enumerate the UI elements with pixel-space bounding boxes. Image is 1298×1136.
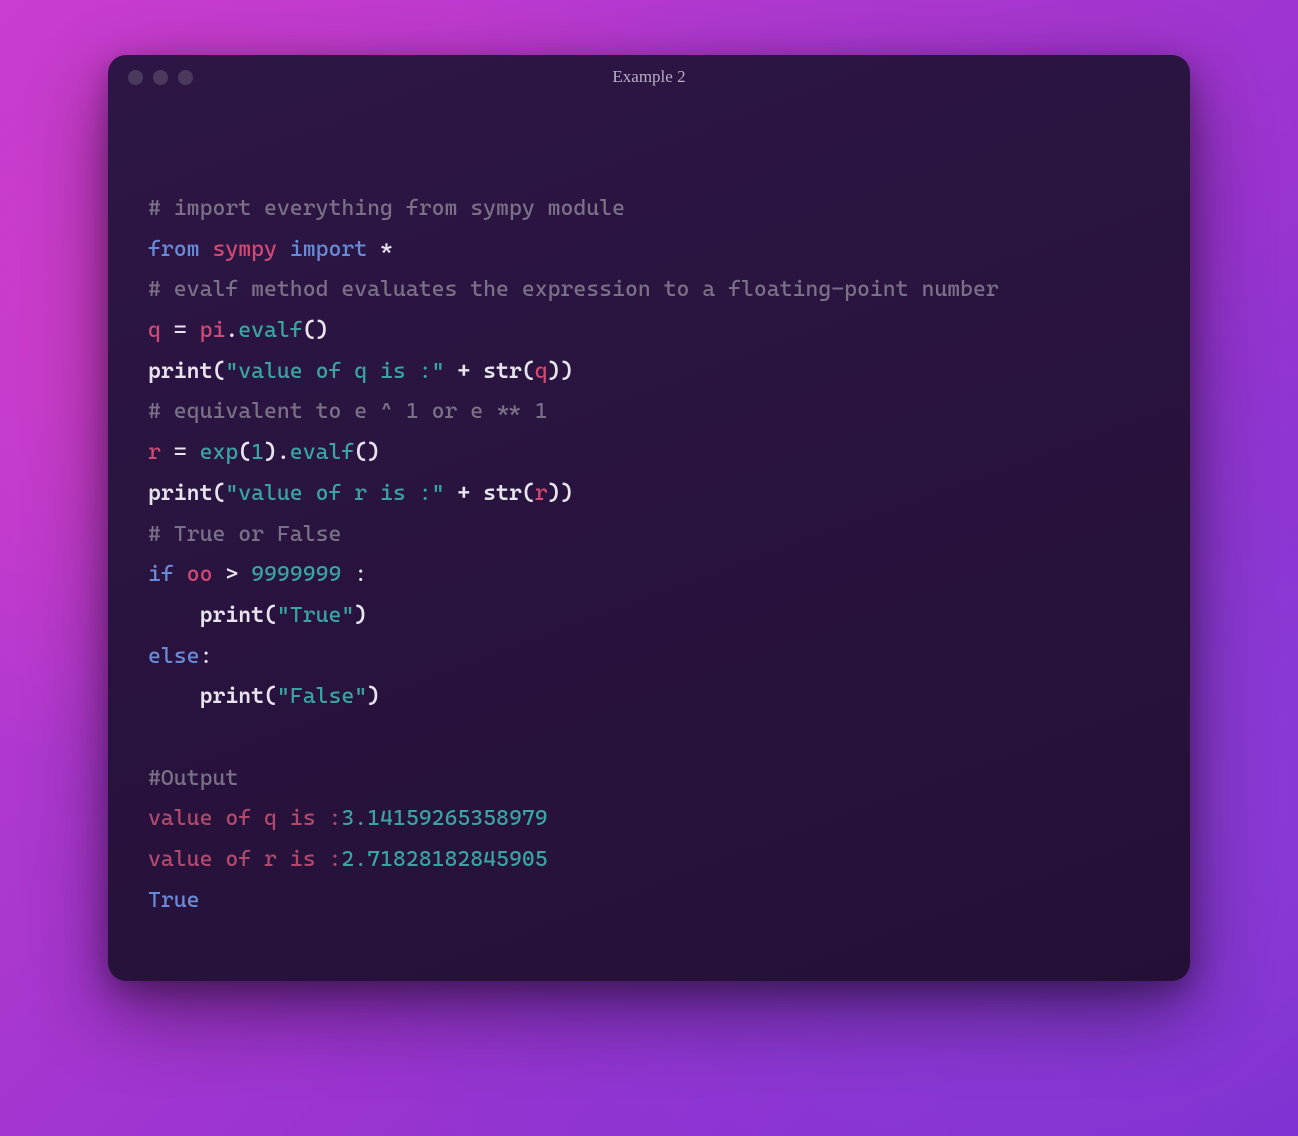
lparen: ( [522,359,535,384]
keyword-if: if [148,562,174,587]
identifier-oo: oo [187,562,213,587]
fn-print: print [148,359,212,384]
rparen: ) [367,684,380,709]
lparen: ( [522,481,535,506]
maximize-icon[interactable] [178,70,193,85]
fn-print: print [148,481,212,506]
lparen: ( [264,684,277,709]
minimize-icon[interactable] [153,70,168,85]
code-comment: # evalf method evaluates the expression … [148,277,999,302]
output-line: value of r is : [148,847,341,872]
fn-exp: exp [200,440,239,465]
keyword-import: import [290,237,367,262]
rparen: ) [354,603,367,628]
gt-op: > [212,562,251,587]
fn-print: print [200,603,264,628]
variable-r: r [148,440,161,465]
code-window: Example 2 # import everything from sympy… [108,55,1190,981]
indent [148,603,200,628]
method-evalf: evalf [290,440,354,465]
var-ref-q: q [535,359,548,384]
code-content: # import everything from sympy module fr… [148,189,1150,921]
number-literal: 1 [251,440,264,465]
fn-str: str [483,481,522,506]
var-ref-r: r [535,481,548,506]
colon: : [341,562,367,587]
method-evalf: evalf [238,318,302,343]
import-star: * [380,237,393,262]
keyword-from: from [148,237,200,262]
window-titlebar: Example 2 [108,55,1190,99]
window-title: Example 2 [108,67,1190,87]
colon: : [200,644,213,669]
output-value: 2.71828182845905 [341,847,547,872]
code-comment: # equivalent to e ^ 1 or e ** 1 [148,399,548,424]
fn-print: print [200,684,264,709]
indent [148,684,200,709]
parens: () [354,440,380,465]
parens: () [303,318,329,343]
output-bool: True [148,888,200,913]
lparen: ( [212,481,225,506]
fn-str: str [483,359,522,384]
rparen: ) [548,359,561,384]
dot: . [277,440,290,465]
identifier-pi: pi [200,318,226,343]
rparen: ) [548,481,561,506]
code-editor[interactable]: # import everything from sympy module fr… [108,99,1190,981]
rparen: ) [561,481,574,506]
output-value: 3.14159265358979 [341,806,547,831]
code-comment: # True or False [148,522,341,547]
traffic-lights [128,70,193,85]
plus-op: + [444,481,483,506]
lparen: ( [238,440,251,465]
lparen: ( [212,359,225,384]
output-line: value of q is : [148,806,341,831]
variable-q: q [148,318,161,343]
lparen: ( [264,603,277,628]
string-literal: "True" [277,603,354,628]
close-icon[interactable] [128,70,143,85]
string-literal: "value of r is :" [225,481,444,506]
rparen: ) [264,440,277,465]
plus-op: + [444,359,483,384]
number-literal: 9999999 [251,562,341,587]
dot: . [225,318,238,343]
string-literal: "value of q is :" [225,359,444,384]
output-comment: #Output [148,766,238,791]
code-comment: # import everything from sympy module [148,196,625,221]
rparen: ) [561,359,574,384]
module-name: sympy [212,237,276,262]
assign-op: = [161,440,200,465]
string-literal: "False" [277,684,367,709]
keyword-else: else [148,644,200,669]
assign-op: = [161,318,200,343]
